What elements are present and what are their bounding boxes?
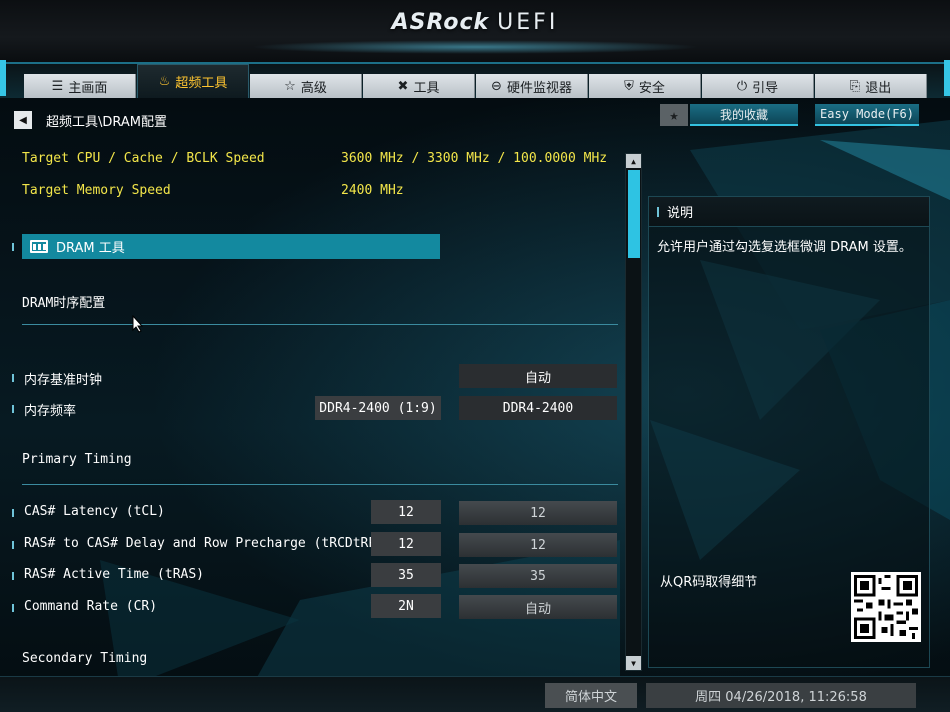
list-icon: ☰ <box>51 78 64 94</box>
mem-freq-label: 内存频率 <box>24 404 77 419</box>
target-mem-value: 2400 MHz <box>341 183 404 198</box>
tab-oc-tweaker[interactable]: ♨ 超频工具 <box>137 64 249 98</box>
mem-clock-select[interactable]: 自动 <box>459 364 617 388</box>
product-name: UEFI <box>497 10 559 35</box>
tab-exit[interactable]: ⎘ 退出 <box>815 74 927 98</box>
timing-select-trcdtrp[interactable]: 12 <box>459 533 617 557</box>
star-icon: ☆ <box>284 78 296 94</box>
flame-icon: ♨ <box>158 74 171 89</box>
easy-mode-button[interactable]: Easy Mode(F6) <box>815 104 919 126</box>
item-bullet <box>12 374 14 382</box>
breadcrumb-path: 超频工具\DRAM配置 <box>46 114 168 130</box>
tab-label: 安全 <box>638 80 665 96</box>
tab-label: 退出 <box>865 80 892 96</box>
breadcrumb: ◀ 超频工具\DRAM配置 <box>14 110 167 130</box>
asrock-logo: ASRock UEFI <box>0 10 950 35</box>
header-bar: ASRock UEFI <box>0 0 950 62</box>
target-mem-label: Target Memory Speed <box>22 183 171 198</box>
tab-label: 超频工具 <box>175 76 228 91</box>
favorite-star-icon[interactable]: ★ <box>660 104 688 126</box>
brand-name: ASRock <box>391 10 490 35</box>
dram-tool-label: DRAM 工具 <box>56 241 125 256</box>
description-title: 说明 <box>667 206 694 221</box>
tab-label: 硬件监视器 <box>506 80 572 96</box>
monitor-icon: ⊖ <box>491 78 502 94</box>
timing-label-cr: Command Rate (CR) <box>24 599 158 614</box>
section-secondary-timing: Secondary Timing <box>22 651 148 666</box>
dram-tool-item[interactable]: DRAM 工具 <box>22 234 440 259</box>
mouse-pointer-icon <box>132 315 144 333</box>
qr-code-icon <box>851 572 921 642</box>
tab-boot[interactable]: ⏻ 引导 <box>702 74 814 98</box>
datetime-display: 周四 04/26/2018, 11:26:58 <box>646 683 916 708</box>
uefi-screen: ASRock UEFI ☰ 主画面 ♨ 超频工具 ☆ 高级 ✖ 工具 ⊖ 硬件监视… <box>0 0 950 712</box>
section-divider <box>22 324 618 325</box>
timing-label-tras: RAS# Active Time (tRAS) <box>24 567 205 582</box>
exit-icon: ⎘ <box>849 78 861 94</box>
tab-main[interactable]: ☰ 主画面 <box>24 74 136 98</box>
description-text: 允许用户通过勾选复选框微调 DRAM 设置。 <box>657 240 912 255</box>
timing-current-tras: 35 <box>371 563 441 587</box>
tab-tools[interactable]: ✖ 工具 <box>363 74 475 98</box>
description-header: 说明 <box>649 197 929 227</box>
item-bullet <box>12 509 14 517</box>
timing-current-trcdtrp: 12 <box>371 532 441 556</box>
target-cpu-label: Target CPU / Cache / BCLK Speed <box>22 151 265 166</box>
mem-clock-label: 内存基准时钟 <box>24 373 103 388</box>
memory-icon <box>30 240 48 253</box>
timing-label-trcdtrp: RAS# to CAS# Delay and Row Precharge (tR… <box>24 536 385 551</box>
shield-icon: ⛨ <box>624 78 634 94</box>
item-bullet <box>12 405 14 413</box>
timing-select-tcl[interactable]: 12 <box>459 501 617 525</box>
scroll-up-icon[interactable]: ▲ <box>626 154 641 168</box>
timing-current-cr: 2N <box>371 594 441 618</box>
item-bullet <box>657 206 659 217</box>
header-glow <box>250 40 700 54</box>
section-divider <box>22 484 618 485</box>
timing-current-tcl: 12 <box>371 500 441 524</box>
item-bullet <box>12 604 14 612</box>
item-bullet <box>12 541 14 549</box>
tab-advanced[interactable]: ☆ 高级 <box>250 74 362 98</box>
mem-freq-select[interactable]: DDR4-2400 <box>459 396 617 420</box>
scrollbar[interactable]: ▲ ▼ <box>625 153 642 671</box>
qr-code-label: 从QR码取得细节 <box>660 575 758 590</box>
back-arrow-icon[interactable]: ◀ <box>14 111 32 129</box>
item-bullet <box>12 243 14 251</box>
scroll-thumb[interactable] <box>628 170 640 258</box>
timing-select-tras[interactable]: 35 <box>459 564 617 588</box>
timing-select-cr[interactable]: 自动 <box>459 595 617 619</box>
tab-label: 高级 <box>300 80 327 96</box>
section-dram-timing-config: DRAM时序配置 <box>22 296 106 311</box>
tabbar-edge-left <box>0 60 6 96</box>
target-cpu-value: 3600 MHz / 3300 MHz / 100.0000 MHz <box>341 151 608 166</box>
power-icon: ⏻ <box>736 78 748 94</box>
scroll-down-icon[interactable]: ▼ <box>626 656 641 670</box>
tools-icon: ✖ <box>397 78 409 94</box>
my-favorites-button[interactable]: 我的收藏 <box>690 104 798 126</box>
timing-label-tcl: CAS# Latency (tCL) <box>24 504 165 519</box>
tabbar-edge-right <box>944 60 950 96</box>
language-button[interactable]: 简体中文 <box>545 683 637 708</box>
section-primary-timing: Primary Timing <box>22 452 132 467</box>
item-bullet <box>12 572 14 580</box>
tab-label: 引导 <box>752 80 779 96</box>
tab-label: 工具 <box>413 80 440 96</box>
mem-freq-current: DDR4-2400 (1:9) <box>315 396 441 420</box>
tab-security[interactable]: ⛨ 安全 <box>589 74 701 98</box>
tab-label: 主画面 <box>68 80 108 96</box>
tab-hardware-monitor[interactable]: ⊖ 硬件监视器 <box>476 74 588 98</box>
